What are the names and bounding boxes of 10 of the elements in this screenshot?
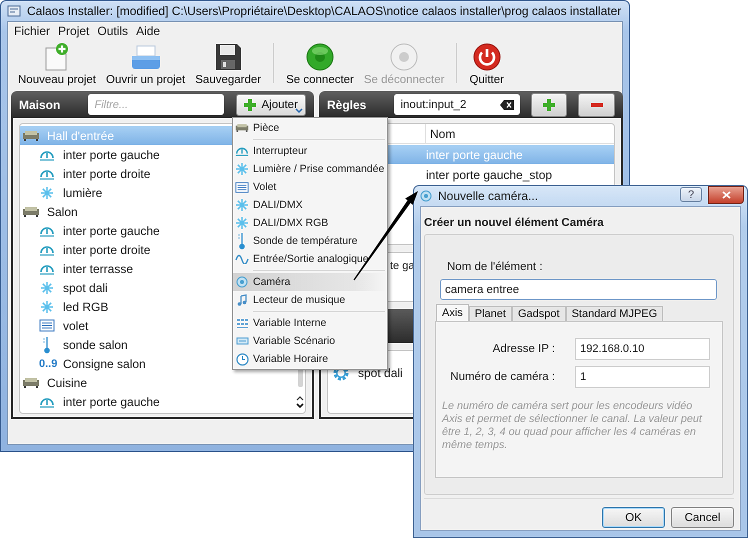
number-range-label: 0..9 (39, 358, 55, 370)
field-label: Adresse IP : (492, 343, 556, 355)
window-title: Calaos Installer: [modified] C:\Users\Propriétaire\Desktop\CALAOS\notice calaos installer\prog calaos installater (27, 4, 622, 18)
panel-title: Règles (327, 98, 368, 112)
field-label: Numéro de caméra : (449, 371, 556, 383)
panel-title: Maison (19, 98, 62, 112)
dialog-heading: Créer un nouvel élément Caméra (424, 217, 605, 229)
dialog-title: Nouvelle caméra... (438, 189, 540, 203)
help-text: Le numéro de caméra sert pour les encodeurs vidéo Axis et permet de sélectionner le canal. La valeur peut être 1, 2, 3, 4 ou quad pour afficher les 4 caméras en même temps. (442, 400, 704, 452)
field-label: Nom de l'élément : (447, 261, 544, 273)
